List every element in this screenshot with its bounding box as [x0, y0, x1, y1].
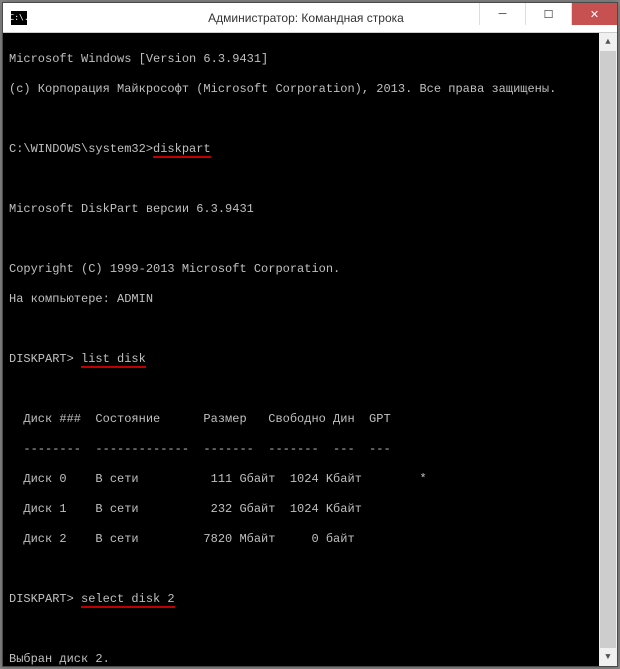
computer-name: На компьютере: ADMIN	[9, 292, 611, 307]
disk-row-0: Диск 0 В сети 111 Gбайт 1024 Kбайт *	[9, 472, 611, 487]
scroll-up-arrow-icon[interactable]: ▲	[599, 33, 617, 51]
disk-table-header: Диск ### Состояние Размер Свободно Дин G…	[9, 412, 611, 427]
scroll-thumb[interactable]	[600, 51, 616, 648]
diskpart-version: Microsoft DiskPart версии 6.3.9431	[9, 202, 611, 217]
shell-prompt: C:\WINDOWS\system32>	[9, 142, 153, 156]
diskpart-prompt: DISKPART>	[9, 592, 74, 606]
maximize-button[interactable]: ☐	[525, 3, 571, 25]
cmd-diskpart: diskpart	[153, 142, 211, 158]
ms-copyright: Copyright (C) 1999-2013 Microsoft Corpor…	[9, 262, 611, 277]
cmd-select-disk: select disk 2	[81, 592, 175, 608]
close-button[interactable]: ✕	[571, 3, 617, 25]
disk-row-2: Диск 2 В сети 7820 Mбайт 0 байт	[9, 532, 611, 547]
window-controls: ─ ☐ ✕	[479, 3, 617, 25]
cmd-list-disk: list disk	[81, 352, 146, 368]
diskpart-prompt: DISKPART>	[9, 352, 74, 366]
minimize-button[interactable]: ─	[479, 3, 525, 25]
scroll-down-arrow-icon[interactable]: ▼	[599, 648, 617, 666]
disk-row-1: Диск 1 В сети 232 Gбайт 1024 Kбайт	[9, 502, 611, 517]
terminal-output[interactable]: Microsoft Windows [Version 6.3.9431] (c)…	[3, 33, 617, 666]
app-icon: C:\.	[11, 11, 27, 25]
vertical-scrollbar[interactable]: ▲ ▼	[599, 33, 617, 666]
command-prompt-window: C:\. Администратор: Командная строка ─ ☐…	[2, 2, 618, 667]
msg-selected-disk: Выбран диск 2.	[9, 652, 611, 666]
disk-table-divider: -------- ------------- ------- ------- -…	[9, 442, 611, 457]
scroll-track[interactable]	[599, 51, 617, 648]
version-line: Microsoft Windows [Version 6.3.9431]	[9, 52, 611, 67]
copyright-line: (c) Корпорация Майкрософт (Microsoft Cor…	[9, 82, 611, 97]
titlebar[interactable]: C:\. Администратор: Командная строка ─ ☐…	[3, 3, 617, 33]
